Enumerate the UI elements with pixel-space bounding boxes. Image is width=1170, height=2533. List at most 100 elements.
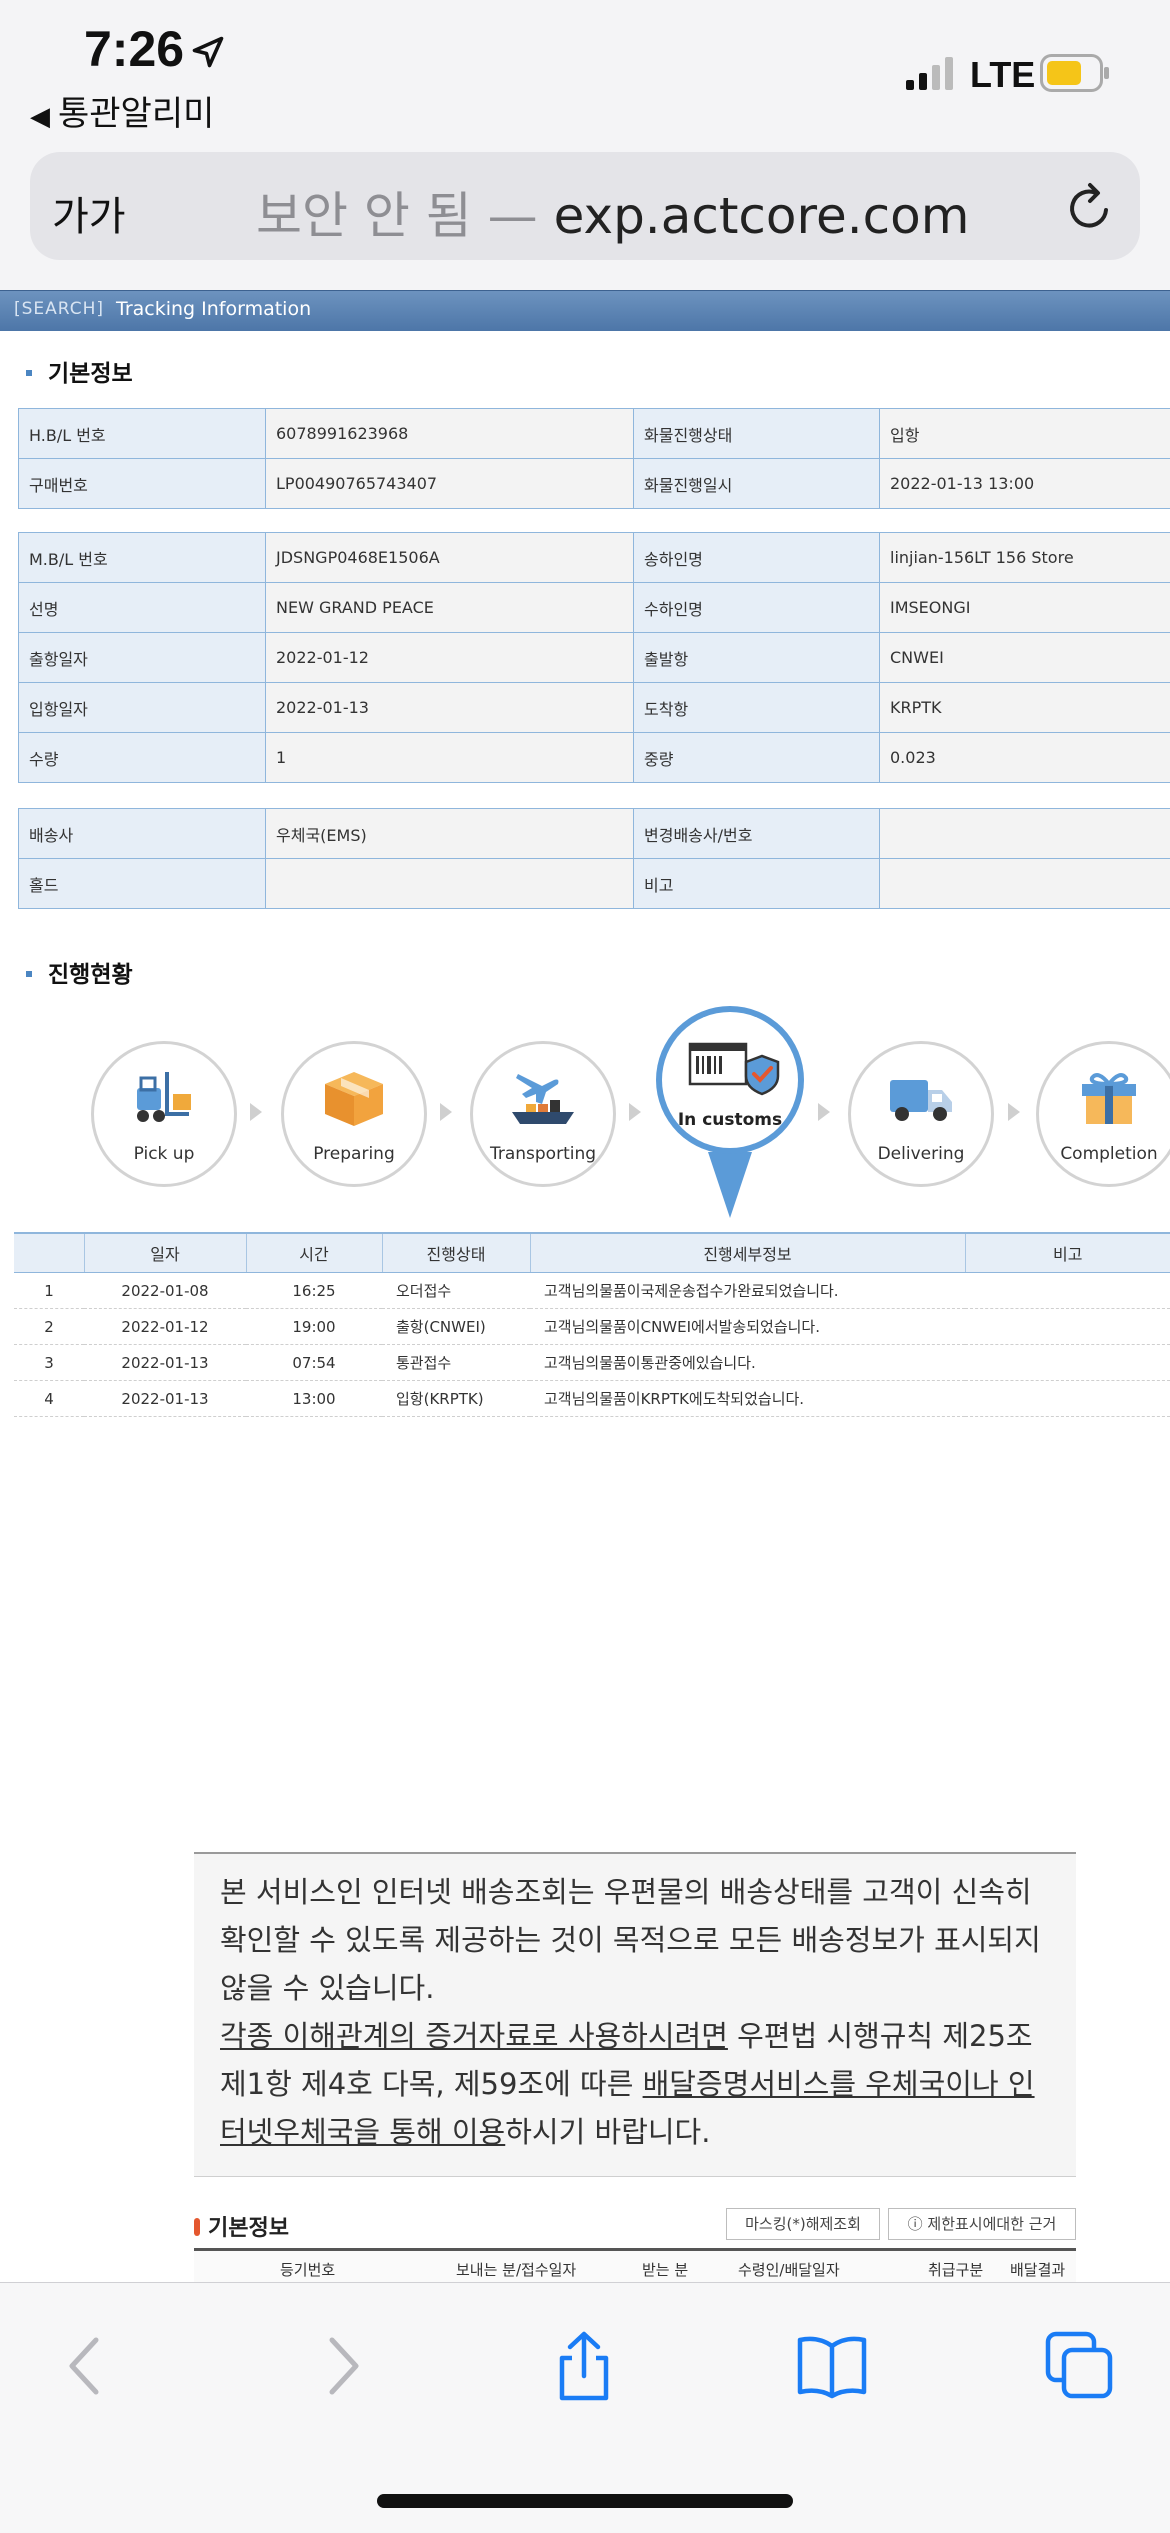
table-row: 입항일자 2022-01-13 도착항 KRPTK: [19, 683, 1170, 733]
status-time: 7:26: [84, 20, 184, 78]
row-note: [965, 1381, 1170, 1417]
row-time: 13:00: [246, 1381, 382, 1417]
col-header: 시간: [246, 1233, 382, 1273]
step-label: Transporting: [473, 1144, 613, 1164]
text-size-button[interactable]: 가가: [52, 184, 126, 242]
value-cell: NEW GRAND PEACE: [266, 583, 634, 633]
value-cell: linjian-156LT 156 Store: [880, 533, 1170, 583]
label-cell: 선명: [19, 583, 266, 633]
value-cell: [266, 859, 634, 909]
tabs-icon[interactable]: [1044, 2330, 1116, 2402]
progress-title: 진행현황: [26, 955, 133, 989]
label-cell: M.B/L 번호: [19, 533, 266, 583]
bullet-icon: [26, 971, 32, 977]
step-arrow-icon: [250, 1103, 262, 1121]
hbl-table: H.B/L 번호 6078991623968 화물진행상태 입항 구매번호 LP…: [18, 408, 1170, 509]
table-row: 홀드 비고: [19, 859, 1170, 909]
url-text[interactable]: 보안 안 됨 — exp.actcore.com: [256, 176, 969, 248]
row-detail: 고객님의물품이국제운송접수가완료되었습니다.: [530, 1273, 965, 1309]
value-cell: 입항: [880, 409, 1170, 459]
network-type: LTE: [970, 54, 1035, 96]
label-cell: 수하인명: [634, 583, 880, 633]
value-cell: 2022-01-13: [266, 683, 634, 733]
step-label: Pick up: [94, 1144, 234, 1164]
label-cell: 비고: [634, 859, 880, 909]
row-date: 2022-01-12: [84, 1309, 246, 1345]
mbl-table: M.B/L 번호 JDSNGP0468E1506A 송하인명 linjian-1…: [18, 532, 1170, 783]
label-cell: 변경배송사/번호: [634, 809, 880, 859]
forward-arrow-icon[interactable]: [304, 2330, 376, 2402]
step-transporting: Transporting: [470, 1041, 616, 1187]
share-icon[interactable]: [548, 2330, 620, 2402]
reload-icon[interactable]: [1062, 180, 1118, 236]
table-row: M.B/L 번호 JDSNGP0468E1506A 송하인명 linjian-1…: [19, 533, 1170, 583]
value-cell: 2022-01-12: [266, 633, 634, 683]
col-header: 배달결과: [1010, 2259, 1065, 2280]
table-row: H.B/L 번호 6078991623968 화물진행상태 입항: [19, 409, 1170, 459]
label-cell: 구매번호: [19, 459, 266, 509]
table-row: 3 2022-01-13 07:54 통관접수 고객님의물품이통관중에있습니다.: [14, 1345, 1170, 1381]
home-indicator[interactable]: [377, 2494, 793, 2508]
col-header: 진행상태: [382, 1233, 530, 1273]
col-header: 진행세부정보: [530, 1233, 965, 1273]
row-status: 출항(CNWEI): [382, 1309, 530, 1345]
evidence-link[interactable]: 각종 이해관계의 증거자료로 사용하시려면: [220, 2019, 728, 2053]
cellular-signal-icon: [906, 56, 956, 90]
label-cell: 수량: [19, 733, 266, 783]
col-header: 수령인/배달일자: [738, 2259, 840, 2280]
value-cell: [880, 859, 1170, 909]
step-delivering: Delivering: [848, 1041, 994, 1187]
label-cell: 출항일자: [19, 633, 266, 683]
step-label: Delivering: [851, 1144, 991, 1164]
gift-icon: [1074, 1068, 1144, 1128]
row-time: 16:25: [246, 1273, 382, 1309]
col-header: [14, 1233, 84, 1273]
value-cell: 우체국(EMS): [266, 809, 634, 859]
page-title: Tracking Information: [116, 298, 311, 320]
row-date: 2022-01-13: [84, 1345, 246, 1381]
notice-paragraph-2: 각종 이해관계의 증거자료로 사용하시려면 우편법 시행규칙 제25조 제1항 …: [220, 2012, 1060, 2156]
back-arrow-icon[interactable]: [52, 2330, 124, 2402]
back-triangle-icon: ◀: [30, 101, 50, 131]
value-cell: 0.023: [880, 733, 1170, 783]
url-domain: exp.actcore.com: [554, 187, 970, 245]
notice-paragraph-1: 본 서비스인 인터넷 배송조회는 우편물의 배송상태를 고객이 신속히 확인할 …: [220, 1868, 1060, 2012]
table-row: 2 2022-01-12 19:00 출항(CNWEI) 고객님의물품이CNWE…: [14, 1309, 1170, 1345]
label-cell: 배송사: [19, 809, 266, 859]
row-note: [965, 1345, 1170, 1381]
table-header-row: 일자 시간 진행상태 진행세부정보 비고: [14, 1233, 1170, 1273]
step-arrow-icon: [818, 1103, 830, 1121]
label-cell: H.B/L 번호: [19, 409, 266, 459]
table-row: 선명 NEW GRAND PEACE 수하인명 IMSEONGI: [19, 583, 1170, 633]
row-note: [965, 1273, 1170, 1309]
table-row: 1 2022-01-08 16:25 오더접수 고객님의물품이국제운송접수가완료…: [14, 1273, 1170, 1309]
value-cell: JDSNGP0468E1506A: [266, 533, 634, 583]
value-cell: IMSEONGI: [880, 583, 1170, 633]
box-icon: [319, 1068, 389, 1128]
table-row: 수량 1 중량 0.023: [19, 733, 1170, 783]
label-cell: 송하인명: [634, 533, 880, 583]
title-bar-icon: [194, 2218, 200, 2236]
back-app-label: 통관알리미: [58, 95, 214, 133]
step-preparing: Preparing: [281, 1041, 427, 1187]
restriction-reason-button[interactable]: ⓘ 제한표시에대한 근거: [888, 2208, 1076, 2240]
forklift-icon: [129, 1068, 199, 1128]
step-pickup: Pick up: [91, 1041, 237, 1187]
page-header-bar: [SEARCH] Tracking Information: [0, 290, 1170, 331]
label-cell: 홀드: [19, 859, 266, 909]
col-header: 일자: [84, 1233, 246, 1273]
plane-ship-icon: [508, 1068, 578, 1128]
label-cell: 입항일자: [19, 683, 266, 733]
row-time: 07:54: [246, 1345, 382, 1381]
unmask-button[interactable]: 마스킹(*)해제조회: [726, 2208, 880, 2240]
col-header: 받는 분: [642, 2259, 688, 2280]
battery-icon: [1040, 54, 1110, 92]
row-note: [965, 1309, 1170, 1345]
value-cell: LP00490765743407: [266, 459, 634, 509]
location-arrow-icon: [190, 34, 226, 70]
row-number: 4: [14, 1381, 84, 1417]
bookmarks-icon[interactable]: [796, 2330, 868, 2402]
basic-info-title: 기본정보: [26, 354, 133, 388]
row-status: 입항(KRPTK): [382, 1381, 530, 1417]
back-to-app-link[interactable]: ◀ 통관알리미: [30, 86, 214, 135]
